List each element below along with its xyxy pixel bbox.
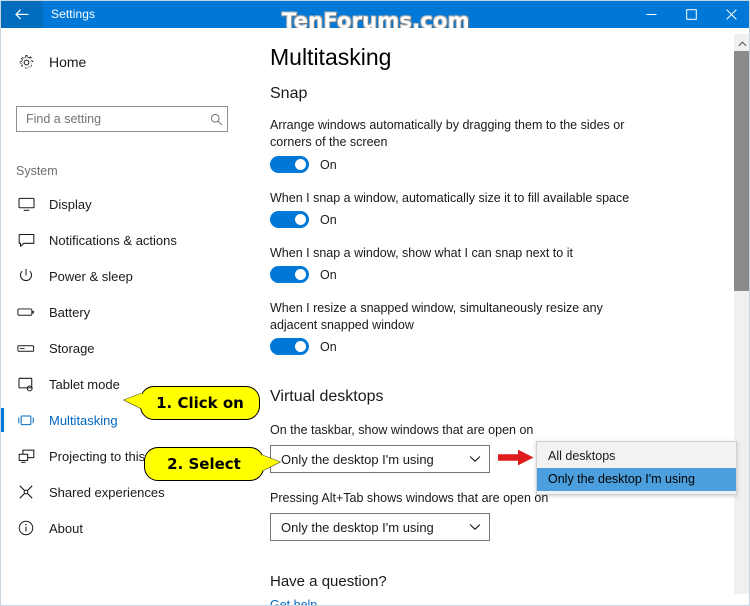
sidebar: Home System [1, 28, 258, 605]
section-heading-snap: Snap [270, 85, 308, 102]
dropdown-option-all-desktops[interactable]: All desktops [537, 445, 736, 468]
page-title: Multitasking [270, 44, 392, 70]
title-bar: Settings [1, 1, 749, 28]
toggle-knob [295, 341, 306, 352]
selection-indicator [1, 408, 4, 432]
callout-select: 2. Select [144, 447, 280, 481]
snap-toggle-row: On [270, 211, 337, 228]
snap-toggle-row: On [270, 266, 337, 283]
callout-tail [262, 455, 280, 471]
alttab-desktops-combobox[interactable]: Only the desktop I'm using [270, 513, 490, 541]
gear-icon [15, 54, 37, 71]
scroll-up-button[interactable] [734, 34, 749, 52]
back-button[interactable] [1, 1, 43, 28]
multitasking-icon [13, 414, 39, 427]
search-icon [205, 113, 227, 126]
sidebar-home-label: Home [49, 54, 87, 70]
info-icon [13, 520, 39, 536]
sidebar-item-label: Tablet mode [49, 376, 120, 392]
section-heading-virtual-desktops: Virtual desktops [270, 388, 384, 405]
search-box[interactable] [16, 106, 228, 132]
chevron-down-icon [461, 455, 489, 463]
monitor-icon [13, 197, 39, 212]
taskbar-setting-label: On the taskbar, show windows that are op… [270, 423, 534, 437]
sidebar-item-battery[interactable]: Battery [1, 294, 257, 330]
sidebar-item-power[interactable]: Power & sleep [1, 258, 257, 294]
sidebar-item-storage[interactable]: Storage [1, 330, 257, 366]
maximize-button[interactable] [671, 1, 711, 28]
sidebar-item-display[interactable]: Display [1, 186, 257, 222]
sidebar-item-label: About [49, 520, 83, 536]
snap-resize-toggle[interactable] [270, 338, 309, 355]
toggle-state-label: On [320, 212, 337, 227]
dropdown-option-only-desktop[interactable]: Only the desktop I'm using [537, 468, 736, 491]
projecting-icon [13, 449, 39, 464]
sidebar-item-label: Power & sleep [49, 268, 133, 284]
sidebar-item-about[interactable]: About [1, 510, 257, 546]
snap-arrange-toggle[interactable] [270, 156, 309, 173]
snap-suggestions-toggle[interactable] [270, 266, 309, 283]
maximize-icon [685, 9, 697, 20]
close-icon [725, 9, 737, 20]
minimize-icon [646, 9, 657, 20]
tablet-icon [13, 377, 39, 392]
snap-setting-description: Arrange windows automatically by draggin… [270, 118, 625, 149]
chevron-down-icon [461, 523, 489, 531]
toggle-state-label: On [320, 267, 337, 282]
toggle-state-label: On [320, 157, 337, 172]
toggle-state-label: On [320, 339, 337, 354]
sidebar-item-label: Shared experiences [49, 484, 165, 500]
shared-icon [13, 484, 39, 500]
search-input[interactable] [17, 112, 205, 126]
combobox-value: Only the desktop I'm using [281, 451, 434, 467]
power-icon [13, 268, 39, 284]
chevron-up-icon [738, 34, 747, 52]
sidebar-item-label: Battery [49, 304, 91, 320]
get-help-link[interactable]: Get help [270, 598, 317, 605]
have-a-question-heading: Have a question? [270, 573, 387, 590]
toggle-knob [295, 269, 306, 280]
sidebar-item-home[interactable]: Home [1, 48, 257, 76]
callout-label: 1. Click on [156, 394, 244, 412]
storage-icon [13, 343, 39, 354]
scrollbar-thumb[interactable] [734, 51, 749, 291]
main-panel: Multitasking Snap Arrange windows automa… [257, 28, 749, 605]
sidebar-item-label: Storage [49, 340, 95, 356]
toggle-knob [295, 214, 306, 225]
snap-toggle-row: On [270, 156, 337, 173]
main-scrollbar[interactable] [734, 34, 749, 594]
snap-setting-description: When I snap a window, automatically size… [270, 191, 630, 205]
close-button[interactable] [711, 1, 749, 28]
sidebar-item-notifications[interactable]: Notifications & actions [1, 222, 257, 258]
taskbar-desktops-combobox[interactable]: Only the desktop I'm using [270, 445, 490, 473]
snap-autosize-toggle[interactable] [270, 211, 309, 228]
snap-toggle-row: On [270, 338, 337, 355]
snap-setting-description: When I snap a window, show what I can sn… [270, 246, 573, 260]
sidebar-item-label: Display [49, 196, 92, 212]
back-arrow-icon [15, 9, 29, 20]
sidebar-group-title: System [16, 164, 58, 178]
callout-label: 2. Select [167, 455, 241, 473]
sidebar-nav: Display Notifications & actions Power & … [1, 186, 257, 546]
toggle-knob [295, 159, 306, 170]
minimize-button[interactable] [631, 1, 671, 28]
window-content: Home System [1, 28, 749, 605]
settings-window: Settings TenForums.com Home Find a setti… [0, 0, 750, 606]
combobox-value: Only the desktop I'm using [281, 519, 434, 535]
desktops-dropdown-list[interactable]: All desktops Only the desktop I'm using [536, 441, 737, 495]
window-title: Settings [51, 7, 96, 21]
snap-setting-description: When I resize a snapped window, simultan… [270, 301, 603, 332]
window-controls [631, 1, 749, 28]
battery-icon [13, 306, 39, 318]
sidebar-item-label: Notifications & actions [49, 232, 177, 248]
callout-click-on: 1. Click on [124, 386, 260, 420]
notification-icon [13, 233, 39, 248]
callout-tail [124, 393, 142, 409]
sidebar-item-label: Multitasking [49, 412, 118, 428]
red-arrow-annotation [498, 449, 534, 466]
